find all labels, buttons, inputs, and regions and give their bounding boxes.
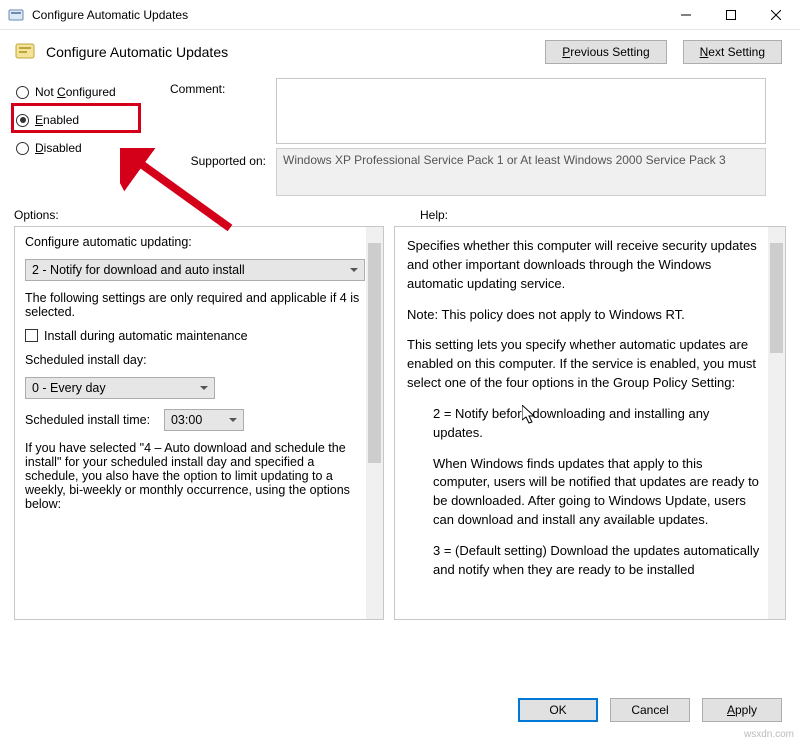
- options-pane: Configure automatic updating: 2 - Notify…: [14, 226, 384, 620]
- note-weekly: If you have selected "4 – Auto download …: [25, 441, 361, 511]
- help-pane: Specifies whether this computer will rec…: [394, 226, 786, 620]
- dialog-footer: OK Cancel Apply: [518, 698, 782, 722]
- titlebar: Configure Automatic Updates: [0, 0, 800, 30]
- prev-label: revious Setting: [570, 45, 649, 59]
- next-setting-button[interactable]: Next Setting: [683, 40, 782, 64]
- scheduled-install-day-label: Scheduled install day:: [25, 353, 361, 367]
- watermark: wsxdn.com: [744, 729, 794, 740]
- dialog-header: Configure Automatic Updates Previous Set…: [0, 30, 800, 78]
- radio-disabled[interactable]: Disabled: [14, 134, 164, 162]
- scheduled-install-time-select[interactable]: 03:00: [164, 409, 244, 431]
- scheduled-install-time-label: Scheduled install time:: [25, 413, 150, 427]
- minimize-button[interactable]: [663, 0, 708, 29]
- state-radio-group: Not Configured Enabled Disabled: [14, 78, 164, 196]
- previous-setting-button[interactable]: Previous Setting: [545, 40, 666, 64]
- help-text: When Windows finds updates that apply to…: [407, 455, 761, 530]
- dialog-title: Configure Automatic Updates: [46, 44, 545, 60]
- checkbox-icon: [25, 329, 38, 342]
- help-text: 3 = (Default setting) Download the updat…: [407, 542, 761, 580]
- configure-updating-label: Configure automatic updating:: [25, 235, 361, 249]
- apply-button[interactable]: Apply: [702, 698, 782, 722]
- policy-icon: [14, 41, 36, 63]
- comment-label: Comment:: [170, 78, 270, 96]
- comment-textarea[interactable]: [276, 78, 766, 144]
- supported-on-text: Windows XP Professional Service Pack 1 o…: [276, 148, 766, 196]
- radio-enabled[interactable]: Enabled: [14, 106, 164, 134]
- window-controls: [663, 0, 798, 29]
- maximize-button[interactable]: [708, 0, 753, 29]
- options-scrollbar[interactable]: [366, 227, 383, 619]
- radio-icon: [16, 114, 29, 127]
- supported-on-label: Supported on:: [170, 144, 270, 196]
- install-during-maintenance-checkbox[interactable]: Install during automatic maintenance: [25, 329, 361, 343]
- note-if-4: The following settings are only required…: [25, 291, 361, 319]
- window-title: Configure Automatic Updates: [32, 8, 663, 22]
- scheduled-install-day-select[interactable]: 0 - Every day: [25, 377, 215, 399]
- radio-icon: [16, 142, 29, 155]
- options-label: Options:: [14, 208, 392, 222]
- help-text: Specifies whether this computer will rec…: [407, 237, 761, 294]
- help-text: 2 = Notify before downloading and instal…: [407, 405, 761, 443]
- help-text: Note: This policy does not apply to Wind…: [407, 306, 761, 325]
- app-icon: [8, 7, 24, 23]
- cancel-button[interactable]: Cancel: [610, 698, 690, 722]
- configure-updating-select[interactable]: 2 - Notify for download and auto install: [25, 259, 365, 281]
- help-text: This setting lets you specify whether au…: [407, 336, 761, 393]
- next-label: ext Setting: [708, 45, 765, 59]
- radio-icon: [16, 86, 29, 99]
- help-scrollbar[interactable]: [768, 227, 785, 619]
- help-label: Help:: [392, 208, 786, 222]
- close-button[interactable]: [753, 0, 798, 29]
- ok-button[interactable]: OK: [518, 698, 598, 722]
- radio-not-configured[interactable]: Not Configured: [14, 78, 164, 106]
- install-maint-label: Install during automatic maintenance: [44, 329, 248, 343]
